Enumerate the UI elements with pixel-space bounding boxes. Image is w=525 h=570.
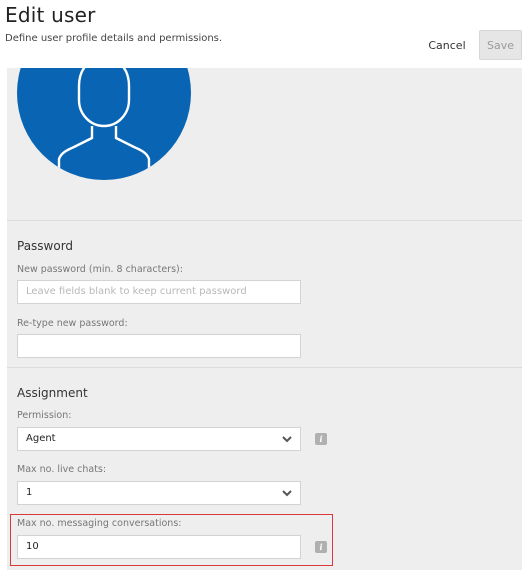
- avatar[interactable]: [17, 68, 191, 180]
- page-subtitle: Define user profile details and permissi…: [5, 33, 223, 44]
- max-messaging-input[interactable]: 10: [17, 535, 301, 559]
- max-live-chats-label: Max no. live chats:: [17, 464, 107, 475]
- avatar-area: [7, 68, 522, 220]
- new-password-input[interactable]: Leave fields blank to keep current passw…: [17, 280, 301, 304]
- permission-info-icon[interactable]: i: [315, 433, 327, 445]
- user-silhouette-icon: [57, 68, 151, 170]
- new-password-placeholder: Leave fields blank to keep current passw…: [26, 286, 247, 297]
- permission-value: Agent: [26, 433, 56, 444]
- max-messaging-value: 10: [26, 541, 39, 552]
- divider: [7, 220, 522, 221]
- retype-password-label: Re-type new password:: [17, 318, 128, 329]
- assignment-section-title: Assignment: [17, 386, 88, 400]
- password-section-title: Password: [17, 239, 74, 253]
- max-live-chats-select[interactable]: 1: [17, 481, 301, 505]
- max-messaging-info-icon[interactable]: i: [315, 541, 327, 553]
- max-messaging-label: Max no. messaging conversations:: [17, 518, 182, 529]
- save-button[interactable]: Save: [479, 30, 522, 60]
- retype-password-input[interactable]: [17, 334, 301, 358]
- chevron-down-icon: [282, 436, 292, 443]
- new-password-label: New password (min. 8 characters):: [17, 264, 183, 275]
- cancel-button[interactable]: Cancel: [420, 33, 474, 57]
- divider: [7, 367, 522, 368]
- max-live-chats-value: 1: [26, 487, 33, 498]
- chevron-down-icon: [282, 490, 292, 497]
- permission-label: Permission:: [17, 410, 72, 421]
- user-form-panel: Password New password (min. 8 characters…: [7, 68, 522, 570]
- permission-select[interactable]: Agent: [17, 427, 301, 451]
- page-title: Edit user: [5, 3, 96, 27]
